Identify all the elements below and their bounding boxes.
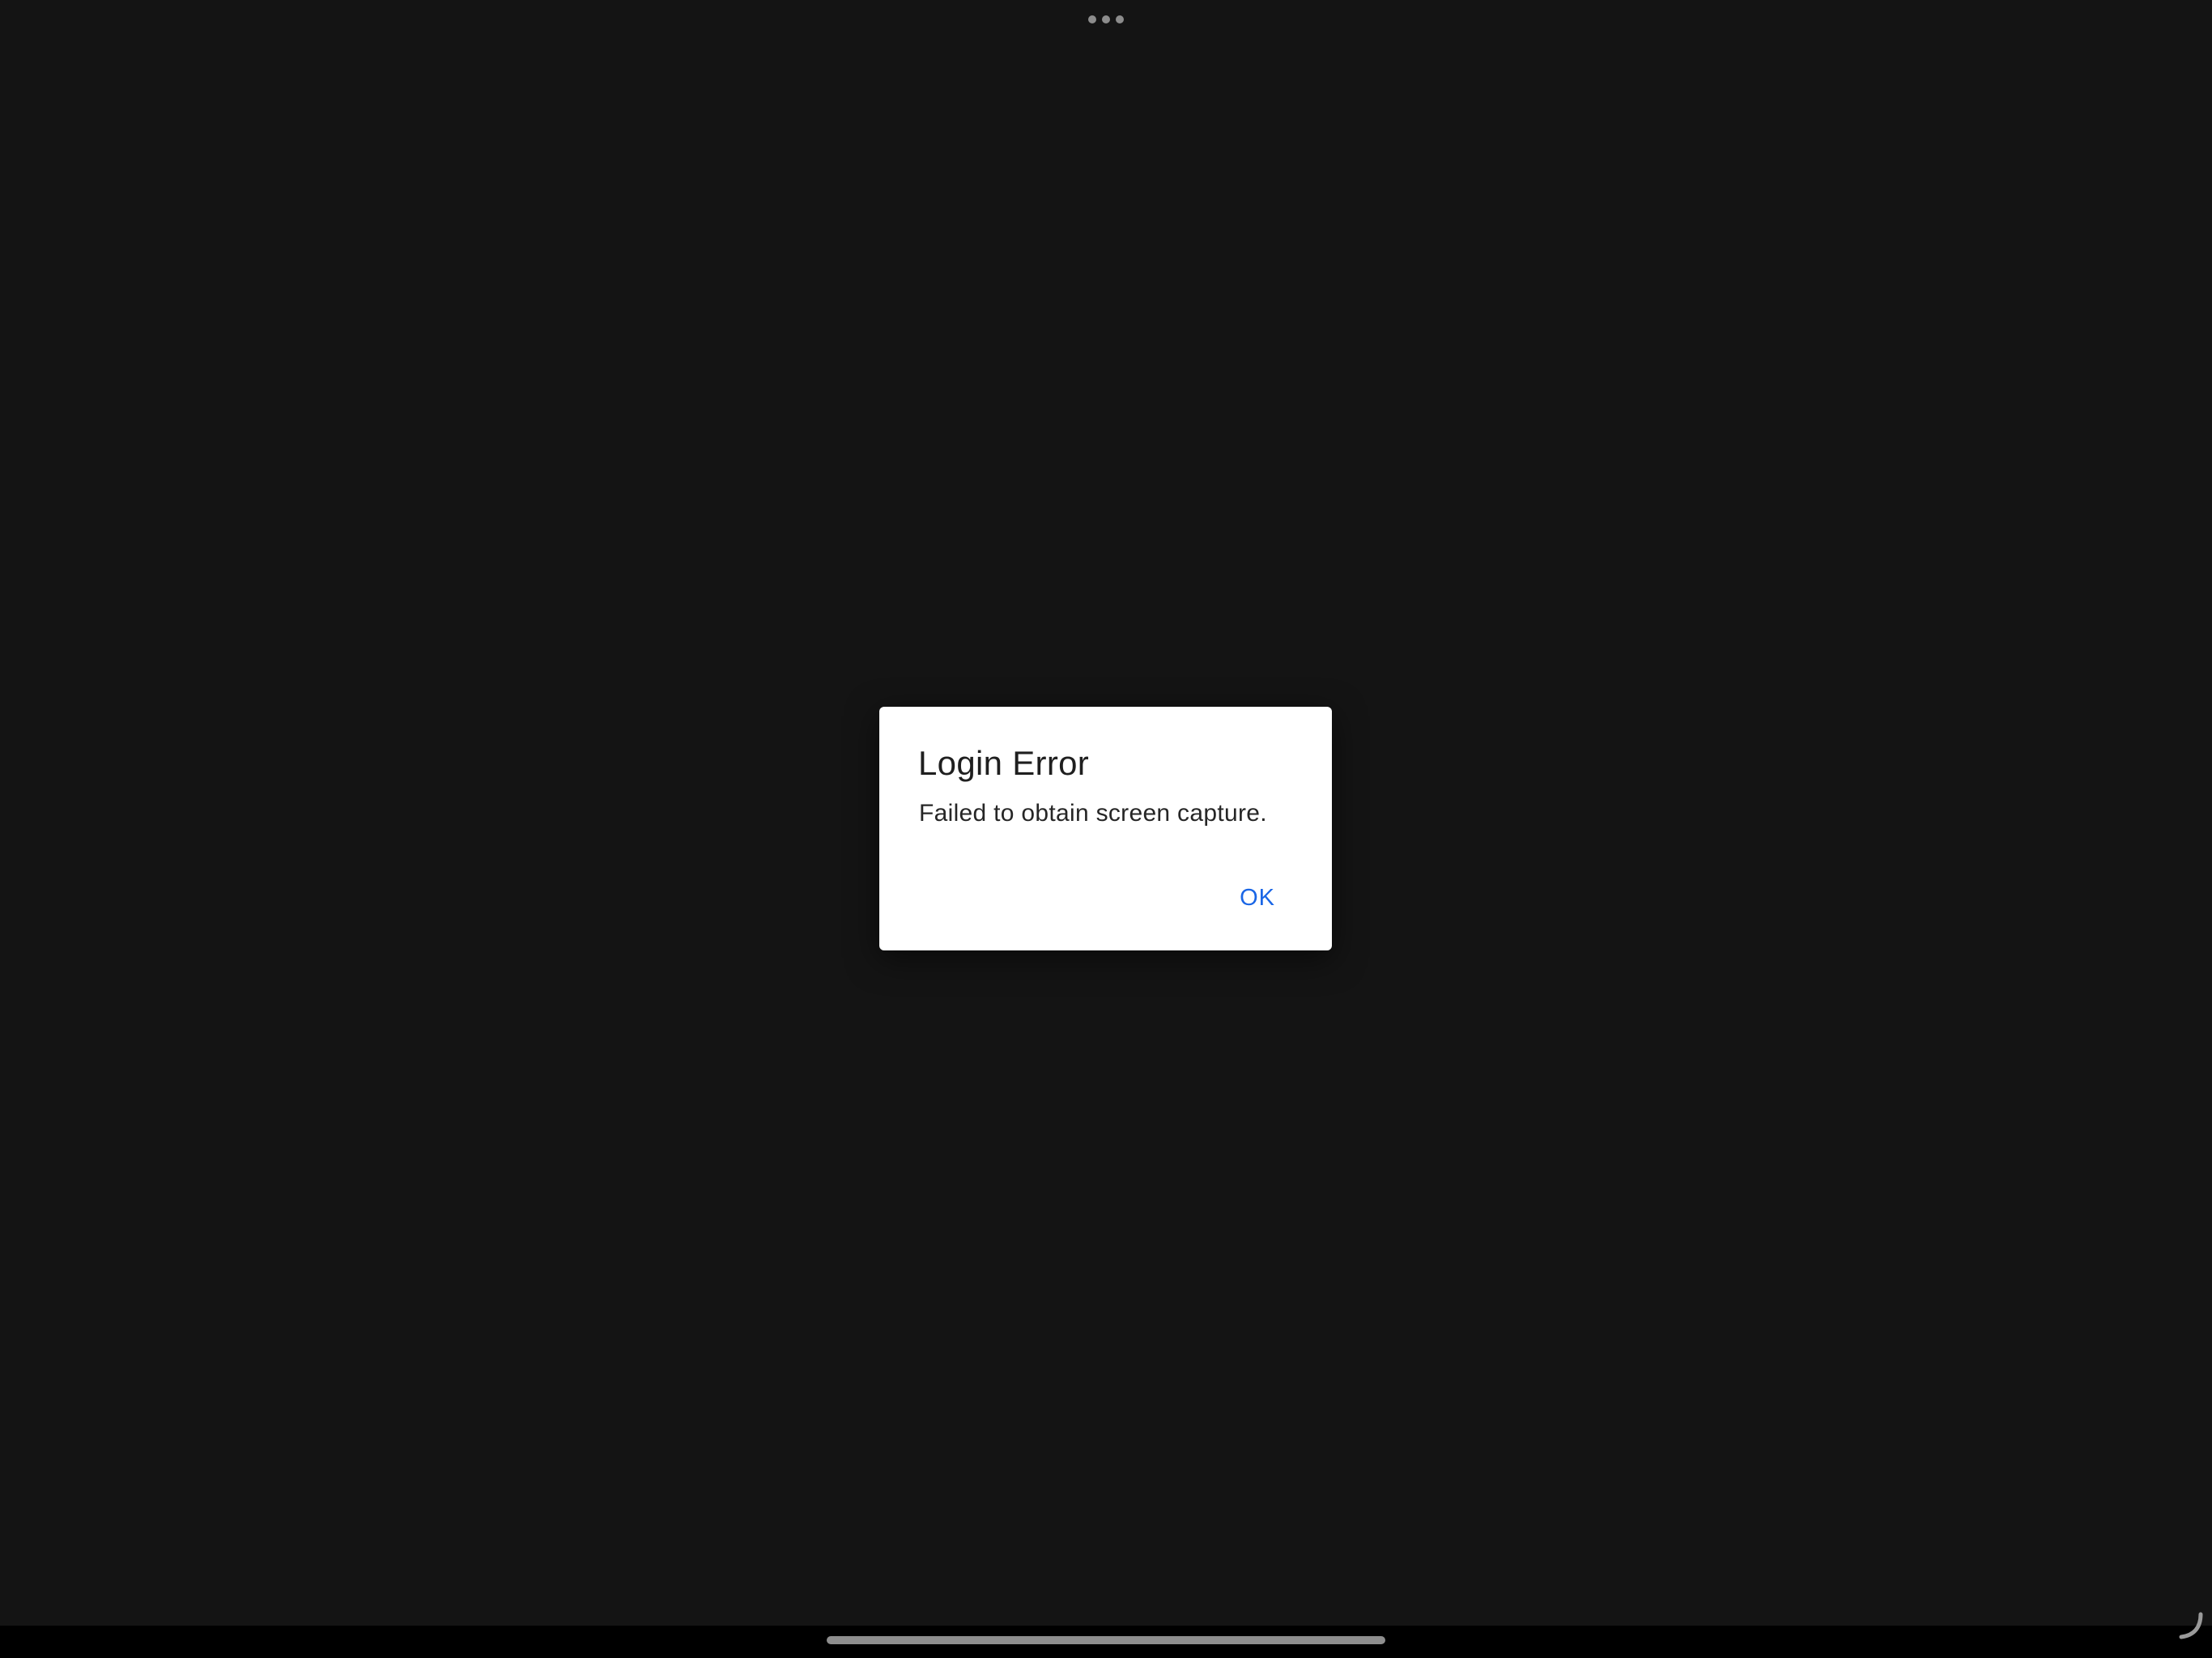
home-indicator[interactable] [827,1636,1385,1644]
app-screen: Login Error Failed to obtain screen capt… [0,0,2212,1658]
dialog-title: Login Error [918,744,1090,782]
multitasking-ellipsis-icon[interactable] [1088,13,1124,26]
dot [1116,15,1124,23]
resize-handle-icon[interactable] [2176,1611,2206,1640]
ok-button[interactable]: OK [1230,880,1285,916]
login-error-dialog: Login Error Failed to obtain screen capt… [879,707,1332,950]
dot [1102,15,1110,23]
dot [1088,15,1096,23]
dialog-message: Failed to obtain screen capture. [919,800,1267,827]
